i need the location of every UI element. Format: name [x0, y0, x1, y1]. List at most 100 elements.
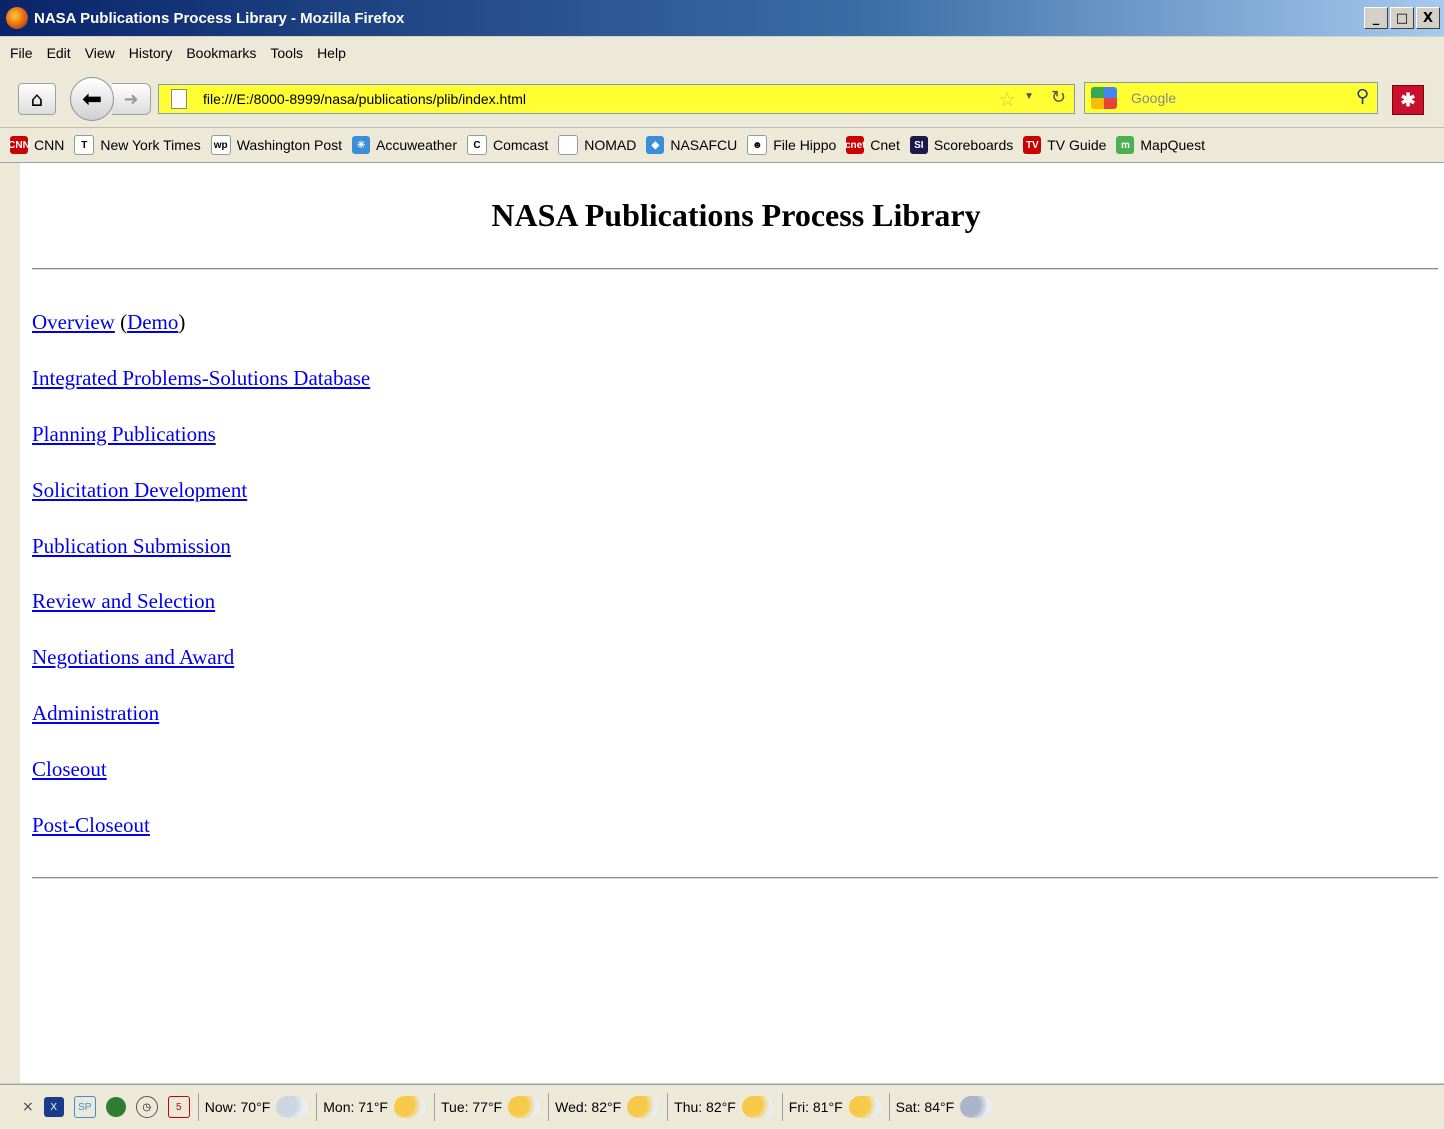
menu-view[interactable]: View — [85, 45, 115, 61]
forward-arrow-icon: ➜ — [123, 88, 139, 110]
link-closeout[interactable]: Closeout — [32, 757, 107, 781]
menu-edit[interactable]: Edit — [47, 45, 71, 61]
link-review-and-selection[interactable]: Review and Selection — [32, 589, 215, 613]
sidebar-edge[interactable] — [0, 163, 21, 1083]
link-administration[interactable]: Administration — [32, 701, 159, 725]
url-text[interactable]: file:///E:/8000-8999/nasa/publications/p… — [203, 91, 526, 107]
bookmark-accuweather[interactable]: ☀ Accuweather — [352, 136, 457, 154]
link-solicitation-development[interactable]: Solicitation Development — [32, 478, 247, 502]
addon-icon[interactable]: ✱ — [1392, 85, 1424, 115]
bookmark-comcast[interactable]: C Comcast — [466, 135, 549, 155]
weather-text: Thu: 82°F — [674, 1099, 736, 1115]
search-bar[interactable]: Google ⚲ — [1084, 82, 1378, 114]
weather-text: Fri: 81°F — [788, 1099, 843, 1115]
menu-help[interactable]: Help — [317, 45, 346, 61]
bookmark-label: NASAFCU — [670, 137, 738, 153]
link-integrated-problems-solutions[interactable]: Integrated Problems-Solutions Database — [32, 366, 370, 390]
sp-icon[interactable]: SP — [73, 1096, 96, 1118]
demo-link[interactable]: Demo — [127, 310, 178, 334]
history-dropdown-icon[interactable]: ▼ — [1024, 91, 1034, 102]
top-divider — [32, 268, 1438, 270]
accuweather-icon: ☀ — [352, 136, 371, 154]
cnn-icon: CNN — [8, 136, 30, 154]
storm-icon — [960, 1096, 993, 1118]
weather-forecast-item[interactable]: Tue: 77°F — [434, 1093, 541, 1121]
close-addonbar-icon[interactable]: × — [22, 1099, 34, 1115]
bookmark-label: NOMAD — [584, 137, 637, 153]
overview-link[interactable]: Overview — [32, 310, 115, 334]
list-item: Publication Submission — [32, 534, 231, 559]
wp-icon: wp — [210, 135, 231, 155]
bookmark-washington-post[interactable]: wp Washington Post — [210, 135, 343, 155]
tvguide-icon: TV — [1023, 136, 1042, 154]
nasafcu-icon: ◆ — [646, 136, 665, 154]
link-publication-submission[interactable]: Publication Submission — [32, 534, 231, 558]
forward-button[interactable]: ➜ — [112, 83, 151, 115]
list-item: Negotiations and Award — [32, 645, 234, 670]
minimize-button[interactable]: _ — [1364, 7, 1388, 29]
page-icon — [171, 89, 187, 109]
partly-sunny-icon — [741, 1096, 774, 1118]
bookmarks-toolbar: CNN CNN T New York Times wp Washington Post ☀ A… — [0, 128, 1444, 163]
search-icon[interactable]: ⚲ — [1356, 86, 1369, 107]
weather-forecast-item[interactable]: Now: 70°F — [197, 1093, 309, 1121]
filehippo-icon: ☻ — [747, 135, 768, 155]
calendar-icon[interactable]: 5 — [167, 1096, 190, 1118]
nyt-icon: T — [74, 135, 95, 155]
partly-sunny-icon — [848, 1096, 881, 1118]
partly-sunny-icon — [394, 1096, 426, 1118]
link-post-closeout[interactable]: Post-Closeout — [32, 813, 150, 837]
navigation-toolbar: ⌂ ➜ ⬅ file:///E:/8000-8999/nasa/publicat… — [0, 69, 1444, 128]
bookmark-cnet[interactable]: cnet Cnet — [845, 136, 900, 154]
window-controls: _ □ X — [1364, 7, 1440, 29]
weather-forecast-item[interactable]: Thu: 82°F — [667, 1093, 774, 1121]
weather-forecast-item[interactable]: Fri: 81°F — [781, 1093, 881, 1121]
close-button[interactable]: X — [1416, 7, 1440, 29]
bookmark-cnn[interactable]: CNN CNN — [8, 136, 64, 154]
bookmark-scoreboards[interactable]: SI Scoreboards — [909, 136, 1013, 154]
link-negotiations-and-award[interactable]: Negotiations and Award — [32, 645, 234, 669]
window-titlebar[interactable]: NASA Publications Process Library - Mozi… — [0, 0, 1444, 36]
bottom-divider — [32, 877, 1438, 879]
comcast-icon: C — [466, 135, 487, 155]
menu-file[interactable]: File — [10, 45, 33, 61]
bookmark-new-york-times[interactable]: T New York Times — [74, 135, 201, 155]
weather-forecast-item[interactable]: Mon: 71°F — [316, 1093, 426, 1121]
weather-text: Now: 70°F — [204, 1099, 271, 1115]
bookmark-file-hippo[interactable]: ☻ File Hippo — [747, 135, 836, 155]
link-planning-publications[interactable]: Planning Publications — [32, 422, 216, 446]
partly-sunny-icon — [627, 1096, 660, 1118]
bookmark-label: Comcast — [492, 137, 549, 153]
reload-icon[interactable]: ↻ — [1051, 87, 1066, 108]
list-item: Post-Closeout — [32, 813, 150, 838]
status-bar: × X SP ◷ 5 Now: 70°F Mon: 71°F Tue: 77°F We… — [0, 1084, 1444, 1129]
home-button[interactable]: ⌂ — [18, 83, 56, 115]
bookmark-nomad[interactable]: NOMAD — [558, 135, 636, 155]
status-globe-icon[interactable] — [105, 1097, 126, 1117]
bookmark-label: TV Guide — [1047, 137, 1107, 153]
back-button[interactable]: ⬅ — [70, 77, 114, 121]
xmarks-icon[interactable]: X — [43, 1097, 64, 1117]
weather-forecast-item[interactable]: Sat: 84°F — [888, 1093, 993, 1121]
page-icon — [558, 135, 579, 155]
list-item: Closeout — [32, 757, 107, 782]
window-title: NASA Publications Process Library - Mozi… — [34, 9, 405, 27]
menu-bookmarks[interactable]: Bookmarks — [186, 45, 256, 61]
bookmark-mapquest[interactable]: m MapQuest — [1116, 136, 1205, 154]
maximize-button[interactable]: □ — [1390, 7, 1414, 29]
menu-history[interactable]: History — [129, 45, 173, 61]
search-placeholder[interactable]: Google — [1131, 90, 1176, 106]
google-icon[interactable] — [1091, 87, 1117, 109]
address-bar[interactable]: file:///E:/8000-8999/nasa/publications/p… — [158, 84, 1075, 114]
bookmark-label: Washington Post — [236, 137, 343, 153]
weather-forecast-item[interactable]: Wed: 82°F — [548, 1093, 660, 1121]
clock-icon[interactable]: ◷ — [135, 1096, 158, 1118]
list-item: Administration — [32, 701, 159, 726]
menu-tools[interactable]: Tools — [270, 45, 303, 61]
bookmark-star-icon[interactable]: ☆ — [998, 87, 1016, 112]
bookmark-tv-guide[interactable]: TV TV Guide — [1023, 136, 1106, 154]
list-item: Integrated Problems-Solutions Database — [32, 366, 370, 391]
bookmark-nasafcu[interactable]: ◆ NASAFCU — [646, 136, 737, 154]
weather-text: Tue: 77°F — [441, 1099, 503, 1115]
weather-text: Mon: 71°F — [323, 1099, 388, 1115]
